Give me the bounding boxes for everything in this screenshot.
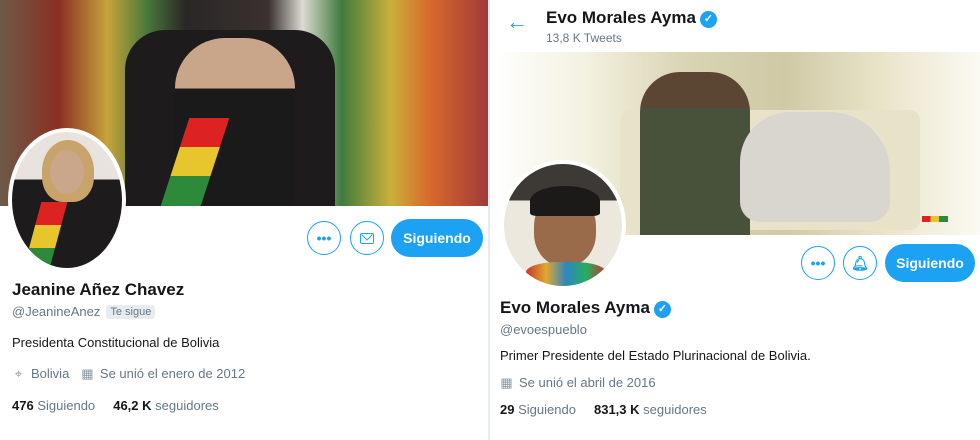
- follows-you-badge: Te sigue: [106, 305, 156, 319]
- banner-logo-mark: [922, 216, 948, 222]
- followers-label: seguidores: [155, 398, 219, 413]
- avatar-garland: [526, 262, 606, 286]
- following-link[interactable]: 476 Siguiendo: [12, 398, 95, 413]
- avatar[interactable]: [500, 160, 626, 290]
- location-pin-icon: ⌖: [14, 366, 23, 381]
- banner-photo-person: [640, 72, 750, 235]
- followers-label: seguidores: [643, 402, 707, 417]
- profile-bio: Presidenta Constitucional de Bolivia: [12, 335, 220, 350]
- avatar-face: [50, 150, 84, 194]
- profile-header-bar: ← Evo Morales Ayma ✓ 13,8 K Tweets: [490, 0, 980, 52]
- profile-name: Jeanine Añez Chavez: [12, 280, 185, 299]
- calendar-icon: ▦: [500, 375, 513, 390]
- avatar-hair: [530, 186, 600, 216]
- mail-icon: [360, 233, 374, 244]
- header-tweet-count: 13,8 K Tweets: [546, 31, 622, 45]
- followers-count: 46,2 K: [113, 398, 152, 413]
- following-button[interactable]: Siguiendo: [391, 219, 483, 257]
- more-options-button[interactable]: •••: [307, 221, 341, 255]
- message-button[interactable]: [350, 221, 384, 255]
- profile-panel-right: ← Evo Morales Ayma ✓ 13,8 K Tweets ••• 🔔︎…: [490, 0, 980, 440]
- avatar-sash: [22, 202, 68, 268]
- followers-link[interactable]: 46,2 K seguidores: [113, 398, 219, 413]
- following-count: 476: [12, 398, 34, 413]
- joined-text: Se unió el abril de 2016: [519, 375, 656, 390]
- profile-name: Evo Morales Ayma ✓: [500, 298, 671, 318]
- joined-text: Se unió el enero de 2012: [99, 366, 246, 381]
- follow-stats: 476 Siguiendo 46,2 K seguidores: [12, 398, 219, 413]
- profile-panel-left: ••• Siguiendo Jeanine Añez Chavez @Jeani…: [0, 0, 488, 440]
- bell-plus-icon: 🔔︎: [851, 255, 869, 271]
- header-title: Evo Morales Ayma ✓: [546, 8, 717, 28]
- following-label: Siguiendo: [37, 398, 96, 413]
- profile-meta: ⌖ Bolivia ▦ Se unió el enero de 2012: [12, 366, 245, 382]
- avatar[interactable]: [8, 128, 126, 272]
- profile-meta: ▦ Se unió el abril de 2016: [500, 375, 656, 391]
- profile-handle: @evoespueblo: [500, 322, 587, 337]
- banner-photo-dog: [740, 112, 890, 222]
- more-options-button[interactable]: •••: [801, 246, 835, 280]
- following-button[interactable]: Siguiendo: [885, 244, 975, 282]
- profile-handle: @JeanineAnez Te sigue: [12, 304, 156, 319]
- calendar-icon: ▦: [81, 366, 94, 381]
- verified-badge-icon: ✓: [699, 11, 717, 28]
- follow-stats: 29 Siguiendo 831,3 K seguidores: [500, 402, 707, 417]
- header-name: Evo Morales Ayma: [546, 8, 696, 27]
- verified-badge-icon: ✓: [653, 301, 671, 318]
- profile-bio: Primer Presidente del Estado Plurinacion…: [500, 348, 811, 363]
- location-text: Bolivia: [31, 366, 70, 381]
- notifications-button[interactable]: 🔔︎: [843, 246, 877, 280]
- followers-link[interactable]: 831,3 K seguidores: [594, 402, 707, 417]
- handle-text: @JeanineAnez: [12, 304, 101, 319]
- profile-name-text: Evo Morales Ayma: [500, 298, 650, 317]
- more-icon: •••: [810, 255, 826, 271]
- back-arrow-icon[interactable]: ←: [506, 10, 528, 34]
- followers-count: 831,3 K: [593, 402, 640, 417]
- following-label: Siguiendo: [518, 402, 576, 417]
- more-icon: •••: [316, 230, 332, 246]
- following-count: 29: [500, 402, 515, 417]
- following-link[interactable]: 29 Siguiendo: [500, 402, 576, 417]
